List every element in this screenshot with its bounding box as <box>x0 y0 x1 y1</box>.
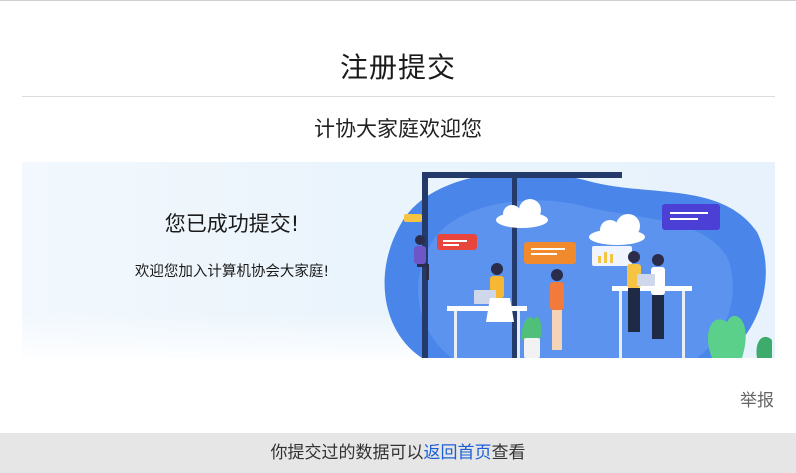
plant-right <box>707 315 746 358</box>
page-subtitle: 计协大家庭欢迎您 <box>314 117 482 141</box>
footer-prefix: 你提交过的数据可以 <box>270 443 424 463</box>
success-headline: 您已成功提交! <box>164 212 300 236</box>
man-standing-head <box>652 254 664 266</box>
top-rule <box>0 0 796 1</box>
title-divider <box>22 96 775 97</box>
chat-bubble-yellow <box>404 214 422 222</box>
report-link[interactable]: 举报 <box>740 386 774 411</box>
office-illustration <box>384 172 772 358</box>
page-title: 注册提交 <box>339 51 456 84</box>
person-far-left-head <box>415 235 425 245</box>
woman-phone-head <box>551 269 563 281</box>
success-banner: 您已成功提交! 欢迎您加入计算机协会大家庭! <box>22 162 775 358</box>
window-frame-top <box>422 172 622 178</box>
laptop-2 <box>637 274 655 286</box>
back-home-link[interactable]: 返回首页 <box>424 443 492 463</box>
window-frame-mid <box>512 172 517 358</box>
woman-laptop-head <box>491 263 503 275</box>
welcome-message: 欢迎您加入计算机协会大家庭! <box>134 264 330 280</box>
woman-standing-head <box>628 251 640 263</box>
footer-bar: 你提交过的数据可以返回首页查看 <box>0 433 796 473</box>
footer-suffix: 查看 <box>491 443 526 463</box>
chat-bubble-purple <box>662 204 720 230</box>
desk-left <box>447 306 527 311</box>
